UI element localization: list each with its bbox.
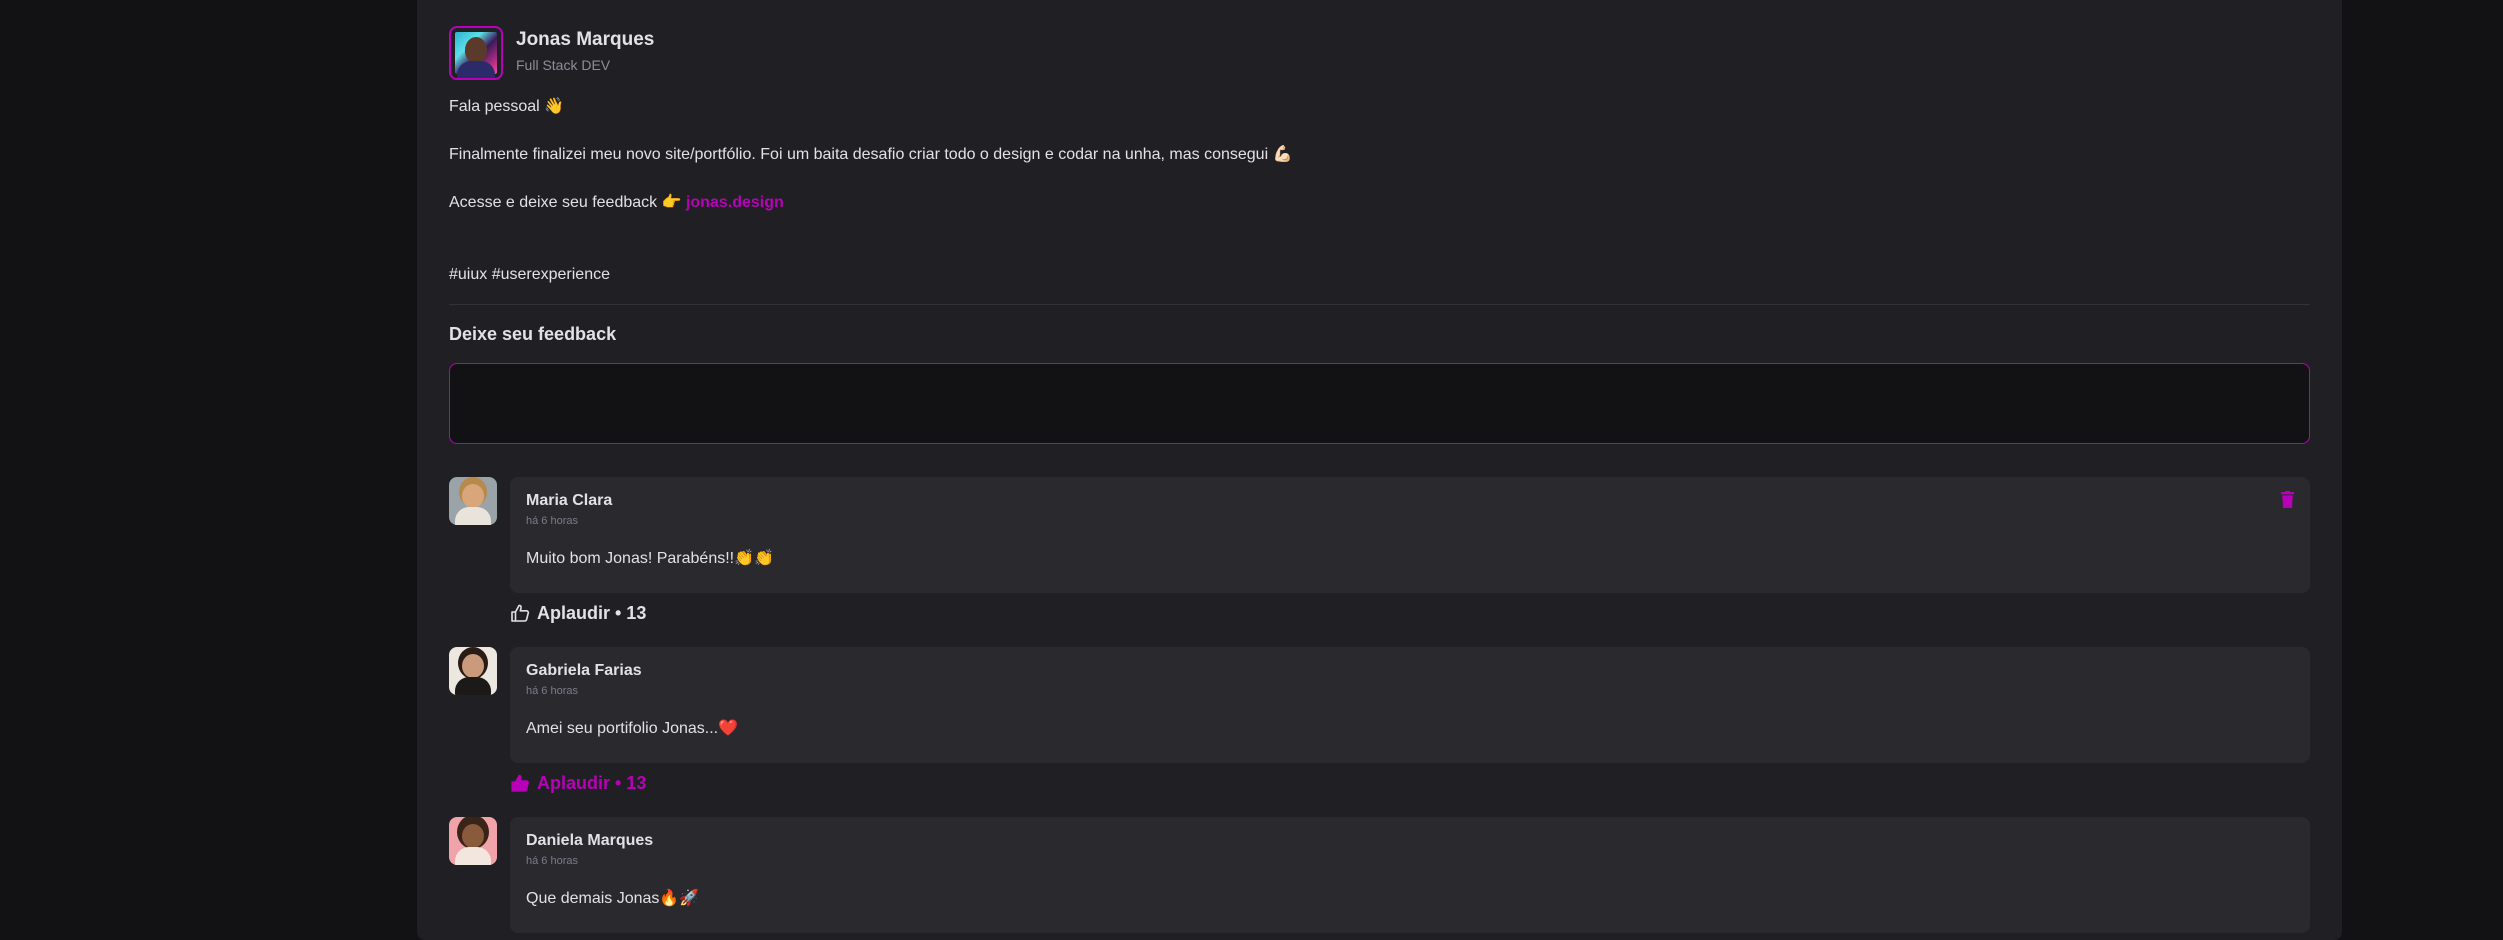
avatar-head (462, 654, 484, 678)
comment-text: Que demais Jonas🔥🚀 (526, 890, 700, 907)
comment-time: há 6 horas (526, 685, 578, 697)
applaud-button[interactable]: Aplaudir • 13 (510, 593, 2310, 633)
comment-box: Gabriela Farias há 6 horas Amei seu port… (510, 647, 2310, 763)
comment-time: há 6 horas (526, 515, 578, 527)
comment-text: Amei seu portifolio Jonas...❤️ (526, 720, 739, 737)
comment: Gabriela Farias há 6 horas Amei seu port… (449, 647, 2310, 817)
feedback-input[interactable] (449, 363, 2310, 444)
post-cta-text: Acesse e deixe seu feedback 👉 (449, 194, 682, 211)
post-greeting: Fala pessoal 👋 (449, 98, 565, 115)
comment: Maria Clara há 6 horas Muito bom Jonas! … (449, 477, 2310, 647)
post-hashtags[interactable]: #uiux #userexperience (449, 263, 2310, 287)
applaud-label: Aplaudir • 13 (537, 772, 647, 793)
avatar-body (455, 507, 491, 525)
avatar-face (465, 37, 487, 63)
post-author: Jonas Marques Full Stack DEV (449, 26, 2310, 80)
comment-author: Gabriela Farias (526, 662, 642, 679)
applaud-button[interactable]: Aplaudir • 13 (510, 763, 2310, 803)
commenter-avatar[interactable] (449, 477, 497, 525)
comment-main: Maria Clara há 6 horas Muito bom Jonas! … (510, 477, 2310, 647)
trash-icon[interactable] (2281, 491, 2294, 508)
comment-time: há 6 horas (526, 855, 578, 867)
thumbs-up-icon (511, 774, 529, 792)
commenter-avatar[interactable] (449, 647, 497, 695)
feedback-form-title: Deixe seu feedback (449, 324, 617, 344)
thumbs-up-icon (511, 604, 530, 622)
avatar-body (455, 847, 491, 865)
avatar-head (462, 824, 484, 848)
portfolio-link[interactable]: jonas.design (686, 194, 784, 211)
comment-main: Gabriela Farias há 6 horas Amei seu port… (510, 647, 2310, 817)
comment-list: Maria Clara há 6 horas Muito bom Jonas! … (449, 477, 2310, 933)
comment-text: Muito bom Jonas! Parabéns!!👏👏 (526, 550, 774, 567)
post-card: Jonas Marques Full Stack DEV Fala pessoa… (417, 0, 2342, 940)
avatar-body (455, 677, 491, 695)
comment-box: Daniela Marques há 6 horas Que demais Jo… (510, 817, 2310, 933)
comment-box: Maria Clara há 6 horas Muito bom Jonas! … (510, 477, 2310, 593)
avatar-head (462, 484, 484, 508)
post-paragraph: Finalmente finalizei meu novo site/portf… (449, 146, 1293, 163)
commenter-avatar[interactable] (449, 817, 497, 865)
comment: Daniela Marques há 6 horas Que demais Jo… (449, 817, 2310, 933)
post-content: Fala pessoal 👋 Finalmente finalizei meu … (449, 95, 2310, 287)
avatar-shirt (457, 61, 495, 78)
post-cta: Acesse e deixe seu feedback 👉 jonas.desi… (449, 191, 2310, 215)
comment-main: Daniela Marques há 6 horas Que demais Jo… (510, 817, 2310, 933)
author-name: Jonas Marques (516, 29, 655, 50)
author-avatar[interactable] (449, 26, 503, 80)
applaud-label: Aplaudir • 13 (537, 602, 647, 623)
author-role: Full Stack DEV (516, 57, 611, 73)
author-info: Jonas Marques Full Stack DEV (516, 28, 654, 76)
divider (449, 304, 2310, 305)
comment-author: Daniela Marques (526, 832, 654, 849)
comment-author: Maria Clara (526, 492, 613, 509)
